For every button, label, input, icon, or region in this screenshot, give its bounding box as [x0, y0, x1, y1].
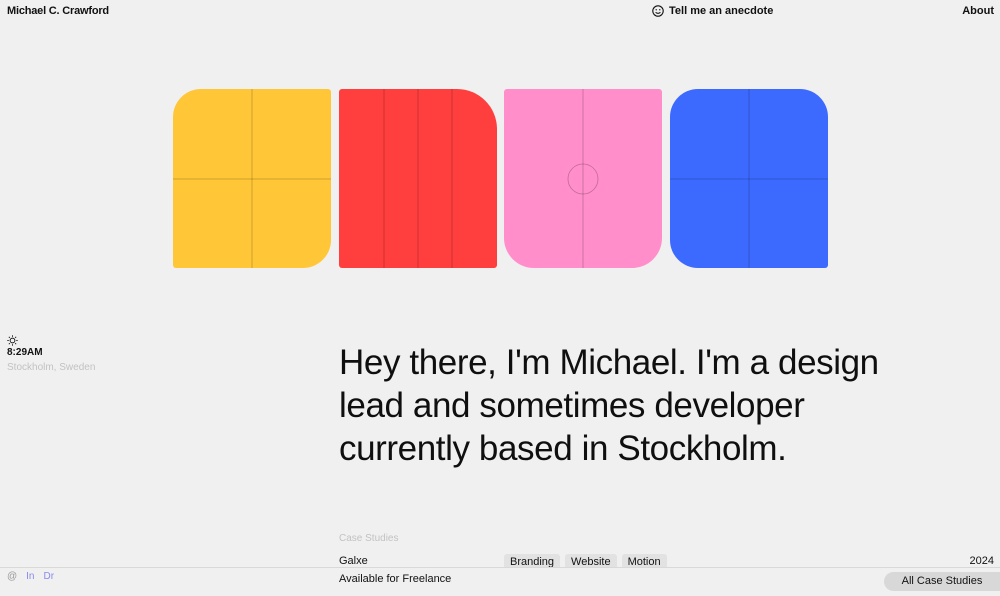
case-studies-heading: Case Studies: [339, 533, 399, 544]
anecdote-button[interactable]: Tell me an anecdote: [652, 5, 773, 17]
yellow-tile: [173, 89, 331, 268]
linkedin-link[interactable]: In: [26, 571, 34, 582]
hero-line: currently based in Stockholm.: [339, 429, 787, 468]
availability-status: Available for Freelance: [339, 573, 452, 585]
red-tile: [339, 89, 497, 268]
smiley-icon: [652, 5, 664, 17]
all-case-studies-button[interactable]: All Case Studies: [884, 572, 1000, 591]
about-link[interactable]: About: [962, 5, 994, 17]
anecdote-label: Tell me an anecdote: [669, 5, 774, 17]
pink-tile: [504, 89, 662, 268]
blue-tile: [670, 89, 828, 268]
case-study-name[interactable]: Galxe: [339, 555, 368, 567]
hero-line: lead and sometimes developer: [339, 386, 805, 425]
hero-line: Hey there, I'm Michael. I'm a design: [339, 343, 879, 382]
email-link[interactable]: @: [7, 571, 17, 582]
brand-name[interactable]: Michael C. Crawford: [7, 5, 109, 17]
hero-intro: Hey there, I'm Michael. I'm a design lea…: [339, 341, 959, 470]
dribbble-link[interactable]: Dr: [44, 571, 55, 582]
social-links: @ In Dr: [7, 571, 54, 582]
hero-tiles: [173, 89, 829, 269]
sun-icon: [7, 335, 18, 346]
case-study-year: 2024: [969, 555, 994, 567]
footer-bar: [0, 567, 1000, 596]
local-time: 8:29AM: [7, 347, 43, 358]
location-text: Stockholm, Sweden: [7, 362, 96, 373]
